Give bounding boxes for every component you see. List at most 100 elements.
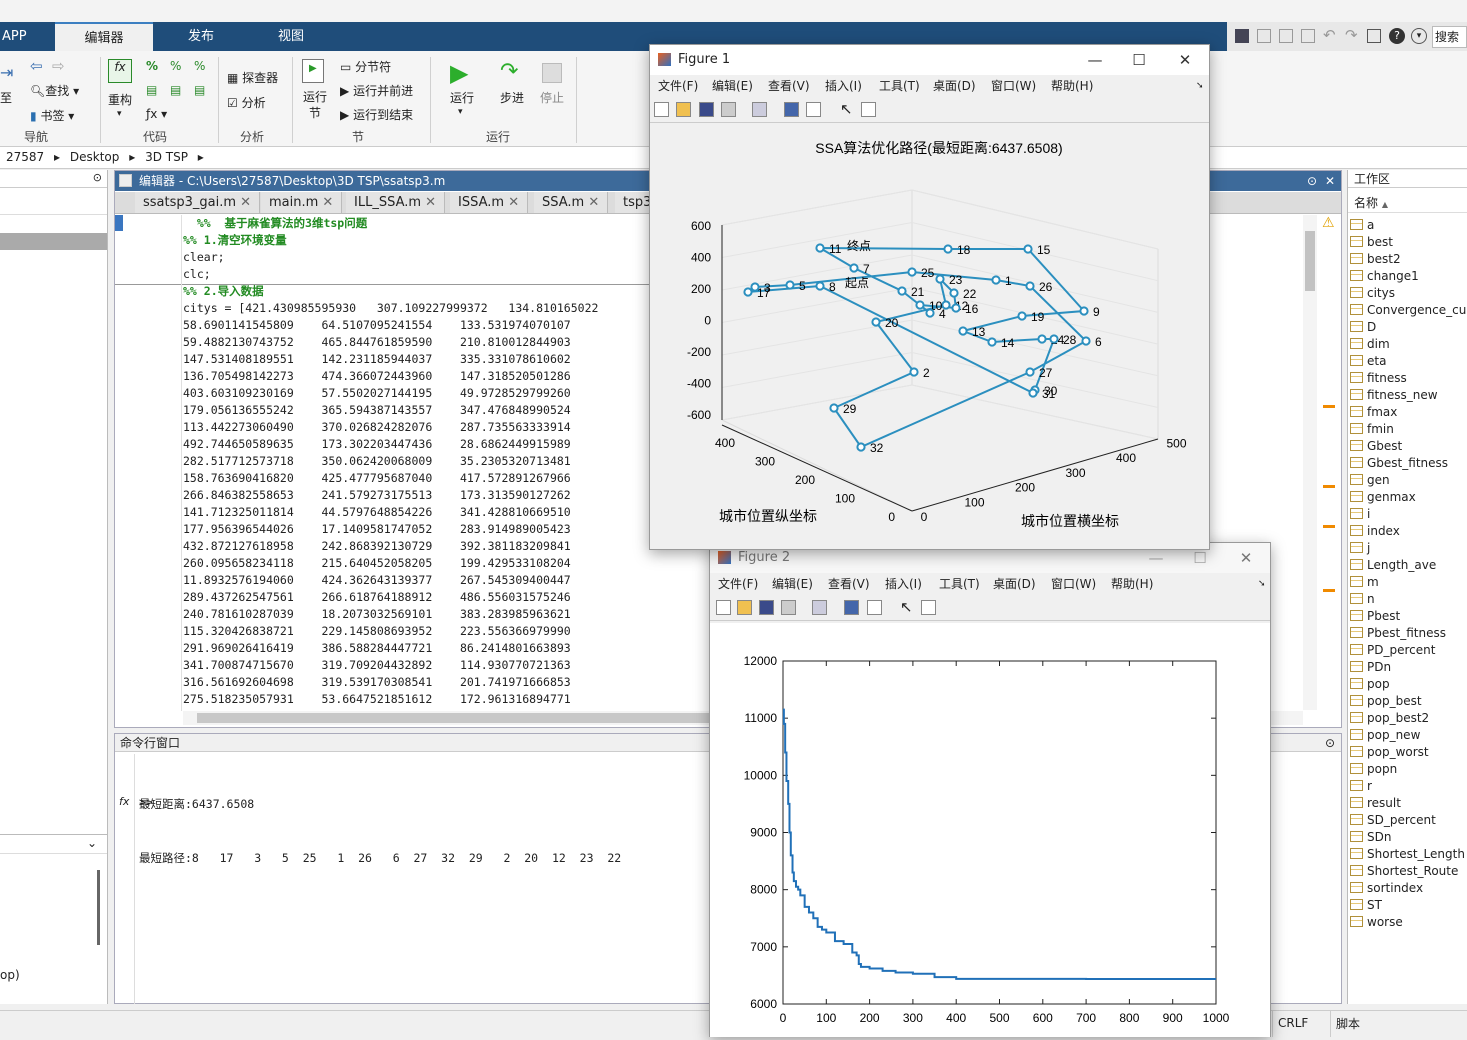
workspace-variable[interactable]: D <box>1350 320 1376 337</box>
chevron-down-icon[interactable]: ▾ <box>458 107 463 117</box>
workspace-variable[interactable]: Length_ave <box>1350 558 1436 575</box>
run-section-icon[interactable]: ▶ <box>302 59 324 83</box>
maximize-icon[interactable]: ☐ <box>1119 45 1159 75</box>
dock-arrow-icon[interactable]: ➘ <box>1196 75 1204 97</box>
switch-windows-icon[interactable] <box>1367 29 1381 43</box>
close-icon[interactable]: ✕ <box>1226 543 1266 573</box>
breadcrumb-item[interactable]: 27587 <box>6 150 44 164</box>
uncomment-icon[interactable]: % <box>170 59 181 73</box>
workspace-variable[interactable]: r <box>1350 779 1372 796</box>
workspace-variable[interactable]: fitness <box>1350 371 1407 388</box>
new-figure-icon[interactable] <box>716 600 731 615</box>
stop-icon[interactable] <box>542 63 562 83</box>
colorbar-icon[interactable] <box>784 102 799 117</box>
new-figure-icon[interactable] <box>654 102 669 117</box>
tab-view[interactable]: 视图 <box>250 22 332 51</box>
help-icon[interactable]: ? <box>1389 28 1405 44</box>
menu-desktop[interactable]: 桌面(D) <box>993 573 1036 595</box>
workspace-variable[interactable]: result <box>1350 796 1401 813</box>
open-file-icon[interactable] <box>737 600 752 615</box>
menu-insert[interactable]: 插入(I) <box>885 573 922 595</box>
selected-file-row[interactable] <box>0 233 107 250</box>
close-icon[interactable]: ✕ <box>425 195 436 210</box>
vertical-scrollbar[interactable] <box>1303 215 1317 710</box>
workspace-variable[interactable]: Gbest_fitness <box>1350 456 1448 473</box>
cut-icon[interactable] <box>1257 29 1271 43</box>
link-plot-icon[interactable] <box>752 102 767 117</box>
menu-insert[interactable]: 插入(I) <box>825 75 862 97</box>
property-editor-icon[interactable] <box>921 600 936 615</box>
scrollbar-thumb[interactable] <box>97 870 100 945</box>
workspace-variable[interactable]: Pbest <box>1350 609 1400 626</box>
close-icon[interactable]: ✕ <box>240 195 251 210</box>
function-icon[interactable]: fx <box>119 795 129 808</box>
workspace-variable[interactable]: m <box>1350 575 1379 592</box>
menu-view[interactable]: 查看(V) <box>768 75 810 97</box>
chevron-down-icon[interactable]: ▾ <box>117 109 122 119</box>
goto-button[interactable]: 至 <box>0 89 12 106</box>
warning-marker[interactable] <box>1323 589 1335 592</box>
search-input[interactable]: 搜索 <box>1432 26 1467 48</box>
workspace-variable[interactable]: best2 <box>1350 252 1401 269</box>
menu-tools[interactable]: 工具(T) <box>879 75 920 97</box>
back-arrow-icon[interactable]: ⇦ <box>30 57 43 75</box>
tab-app[interactable]: APP <box>0 22 40 51</box>
profiler-button[interactable]: ▦ 探查器 <box>227 69 278 86</box>
workspace-variable[interactable]: Pbest_fitness <box>1350 626 1446 643</box>
warning-marker[interactable] <box>1323 485 1335 488</box>
close-icon[interactable]: ✕ <box>1165 45 1205 75</box>
legend-icon[interactable] <box>867 600 882 615</box>
print-icon[interactable] <box>721 102 736 117</box>
analyze-button[interactable]: ☑ 分析 <box>227 94 266 111</box>
workspace-variable[interactable]: pop_best <box>1350 694 1422 711</box>
tab-editor[interactable]: 编辑器 <box>55 22 153 51</box>
pointer-icon[interactable]: ↖ <box>900 598 913 616</box>
open-file-icon[interactable] <box>676 102 691 117</box>
panel-menu-icon[interactable]: ⊙ <box>1325 734 1335 752</box>
comment-icon[interactable]: % <box>146 59 158 73</box>
breadcrumb-item[interactable]: Desktop <box>70 150 120 164</box>
warning-icon[interactable]: ⚠ <box>1322 215 1335 231</box>
workspace-variable[interactable]: sortindex <box>1350 881 1423 898</box>
workspace-variable[interactable]: pop_new <box>1350 728 1420 745</box>
close-icon[interactable]: ✕ <box>508 195 519 210</box>
dock-arrow-icon[interactable]: ➘ <box>1258 573 1266 595</box>
step-icon[interactable]: ↷ <box>500 59 518 84</box>
save-icon[interactable] <box>1235 29 1249 43</box>
breadcrumb-item[interactable]: 3D TSP <box>145 150 188 164</box>
minimize-icon[interactable]: — <box>1075 45 1115 75</box>
pointer-icon[interactable]: ↖ <box>840 100 853 118</box>
workspace-variable[interactable]: pop_best2 <box>1350 711 1429 728</box>
outdent-icon[interactable]: ▤ <box>194 83 205 97</box>
menu-edit[interactable]: 编辑(E) <box>772 573 813 595</box>
property-editor-icon[interactable] <box>861 102 876 117</box>
redo-icon[interactable]: ↷ <box>1345 26 1358 44</box>
panel-menu-icon[interactable]: ⊙ <box>1307 171 1317 191</box>
workspace-variable[interactable]: SDn <box>1350 830 1391 847</box>
refactor-button[interactable]: 重构 <box>108 91 132 108</box>
indent-icon[interactable]: ▤ <box>146 83 157 97</box>
wrap-comment-icon[interactable]: % <box>194 59 205 73</box>
close-icon[interactable]: ✕ <box>1325 171 1335 191</box>
workspace-variable[interactable]: fitness_new <box>1350 388 1438 405</box>
menu-view[interactable]: 查看(V) <box>828 573 870 595</box>
step-button[interactable]: 步进 <box>500 89 524 106</box>
menu-tools[interactable]: 工具(T) <box>939 573 980 595</box>
undo-icon[interactable]: ↶ <box>1323 26 1336 44</box>
workspace-variable[interactable]: PDn <box>1350 660 1391 677</box>
details-header[interactable]: ⌄ <box>0 834 107 854</box>
workspace-variable[interactable]: gen <box>1350 473 1390 490</box>
menu-desktop[interactable]: 桌面(D) <box>933 75 976 97</box>
run-icon[interactable]: ▶ <box>450 59 468 87</box>
tab-ssa[interactable]: SSA.m ✕ <box>534 192 609 213</box>
close-icon[interactable]: ✕ <box>322 195 333 210</box>
workspace-variable[interactable]: citys <box>1350 286 1395 303</box>
workspace-variable[interactable]: eta <box>1350 354 1386 371</box>
copy-icon[interactable] <box>1279 29 1293 43</box>
workspace-variable[interactable]: j <box>1350 541 1370 558</box>
forward-arrow-icon[interactable]: ⇨ <box>52 57 65 75</box>
workspace-variable[interactable]: change1 <box>1350 269 1419 286</box>
scrollbar-thumb[interactable] <box>197 713 717 723</box>
paste-icon[interactable] <box>1301 29 1315 43</box>
tab-ill-ssa[interactable]: ILL_SSA.m ✕ <box>346 192 446 213</box>
